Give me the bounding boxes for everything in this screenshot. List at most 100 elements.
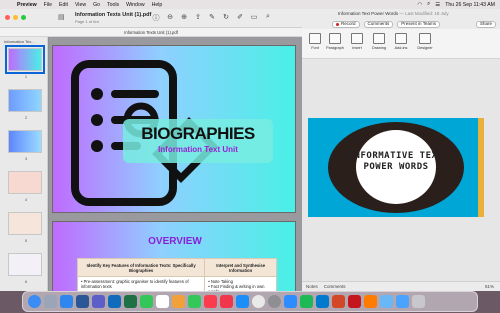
overview-table: Identify Key Features of Information Tex… [76, 258, 277, 291]
vscode-icon[interactable] [316, 295, 329, 308]
notes-button[interactable]: Notes [306, 284, 318, 289]
designer-button[interactable]: Designer [414, 33, 436, 50]
slide-canvas[interactable]: INFORMATIVE TEXT POWER WORDS [302, 59, 500, 281]
insert-button[interactable]: Insert [346, 33, 368, 50]
trash-icon[interactable] [412, 295, 425, 308]
acrobat-icon[interactable] [348, 295, 361, 308]
record-button[interactable]: Record [332, 20, 360, 28]
thumbnail-sidebar: Information Tex... 1 2 3 4 5 6 [0, 37, 48, 291]
add-ins-icon [395, 33, 407, 44]
thumbnail-number: 2 [24, 115, 28, 120]
table-header: Identify Key Features of Information Tex… [76, 258, 206, 277]
ribbon-label: Paragraph [326, 46, 344, 50]
ribbon-label: Add-ins [394, 46, 408, 50]
thumbnail-page-6[interactable] [8, 253, 42, 276]
menu-edit[interactable]: Edit [59, 2, 68, 8]
document-title: Information Texts Unit (1).pdf [75, 12, 152, 18]
menu-tools[interactable]: Tools [107, 2, 119, 8]
powerpoint-icon[interactable] [332, 295, 345, 308]
menu-window[interactable]: Window [126, 2, 144, 8]
music-icon[interactable] [204, 295, 217, 308]
document-view[interactable]: BIOGRAPHIES Information Text Unit OVERVI… [49, 37, 302, 291]
thumbnail-page-5[interactable] [8, 212, 42, 235]
finder-icon[interactable] [28, 295, 41, 308]
pdf-page-2: OVERVIEW Identify Key Features of Inform… [52, 221, 296, 291]
markup-icon[interactable]: ✐ [236, 13, 244, 23]
share-label: Share [479, 21, 492, 26]
wifi-icon[interactable]: ◠ [417, 2, 422, 8]
launchpad-icon[interactable] [44, 295, 57, 308]
teams-icon[interactable] [92, 295, 105, 308]
thumbnail-page-3[interactable] [8, 130, 42, 153]
share-icon[interactable]: ⇪ [194, 13, 202, 23]
drawing-button[interactable]: Drawing [368, 33, 390, 50]
drawing-icon [373, 33, 385, 44]
highlight-icon[interactable]: ✎ [208, 13, 216, 23]
search-icon[interactable]: ⌕ [427, 1, 430, 8]
calendar-icon[interactable] [156, 295, 169, 308]
slide-subheadline: Information Text Unit [158, 145, 238, 154]
word-icon[interactable] [76, 295, 89, 308]
info-icon[interactable]: ⓘ [152, 13, 160, 23]
menu-extras: ◠ ⌕ ☰ Thu 26 Sep 11:43 AM [417, 1, 495, 8]
safari-icon[interactable] [60, 295, 73, 308]
search-icon[interactable]: ⌕ [264, 13, 272, 23]
preview-icon[interactable] [380, 295, 393, 308]
ppt-title: Information Text Power Words — Last Modi… [338, 9, 449, 19]
present-label: Present in Teams [401, 21, 436, 26]
messages-icon[interactable] [140, 295, 153, 308]
minimize-button[interactable] [13, 15, 18, 20]
thumbnail-page-4[interactable] [8, 171, 42, 194]
photos-icon[interactable] [172, 295, 185, 308]
rotate-icon[interactable]: ↻ [222, 13, 230, 23]
close-button[interactable] [5, 15, 10, 20]
menu-app-name[interactable]: Preview [17, 2, 37, 8]
window-controls [5, 15, 26, 20]
page-count: Page 1 of 6m [75, 19, 99, 24]
zoom-in-icon[interactable]: ⊕ [180, 13, 188, 23]
table-cell: • Note Taking • Fact Finding & writing i… [204, 276, 277, 291]
share-button[interactable]: Share [475, 20, 496, 28]
downloads-icon[interactable] [396, 295, 409, 308]
present-in-teams-button[interactable]: Present in Teams [397, 20, 440, 28]
slide-headline: BIOGRAPHIES [141, 124, 255, 143]
slide-headline-line1: INFORMATIVE TEXT [348, 151, 444, 161]
zoom-level[interactable]: 51% [485, 284, 494, 289]
form-icon[interactable]: ▭ [250, 13, 258, 23]
add-ins-button[interactable]: Add-ins [390, 33, 412, 50]
current-slide[interactable]: INFORMATIVE TEXT POWER WORDS [308, 118, 484, 217]
appstore-icon[interactable] [236, 295, 249, 308]
zoom-icon[interactable] [284, 295, 297, 308]
illustrator-icon[interactable] [364, 295, 377, 308]
menu-go[interactable]: Go [93, 2, 100, 8]
zoom-out-icon[interactable]: ⊖ [166, 13, 174, 23]
settings-icon[interactable] [268, 295, 281, 308]
ribbon-label: Insert [352, 46, 362, 50]
control-center-icon[interactable]: ☰ [435, 2, 440, 8]
menu-help[interactable]: Help [152, 2, 163, 8]
spotify-icon[interactable] [300, 295, 313, 308]
insert-icon [351, 33, 363, 44]
clock[interactable]: Thu 26 Sep 11:43 AM [445, 2, 495, 8]
record-icon [336, 22, 339, 26]
menu-file[interactable]: File [44, 2, 52, 8]
font-button[interactable]: Font [304, 33, 326, 50]
excel-icon[interactable] [124, 295, 137, 308]
menu-view[interactable]: View [75, 2, 86, 8]
status-comments-button[interactable]: Comments [324, 284, 346, 289]
designer-icon [419, 33, 431, 44]
paragraph-button[interactable]: Paragraph [324, 33, 346, 50]
facetime-icon[interactable] [188, 295, 201, 308]
overview-title: OVERVIEW [148, 236, 202, 247]
thumbnail-page-1[interactable] [5, 45, 45, 74]
thumbnail-page-2[interactable] [8, 89, 42, 112]
chrome-icon[interactable] [252, 295, 265, 308]
pdf-page-1: BIOGRAPHIES Information Text Unit [52, 45, 296, 213]
outlook-icon[interactable] [108, 295, 121, 308]
news-icon[interactable] [220, 295, 233, 308]
ppt-status-bar: Notes Comments 51% [302, 281, 500, 291]
font-icon [309, 33, 321, 44]
sidebar-toggle-icon[interactable]: ▤ [58, 13, 65, 21]
fullscreen-button[interactable] [21, 15, 26, 20]
comments-button[interactable]: Comments [363, 20, 394, 28]
